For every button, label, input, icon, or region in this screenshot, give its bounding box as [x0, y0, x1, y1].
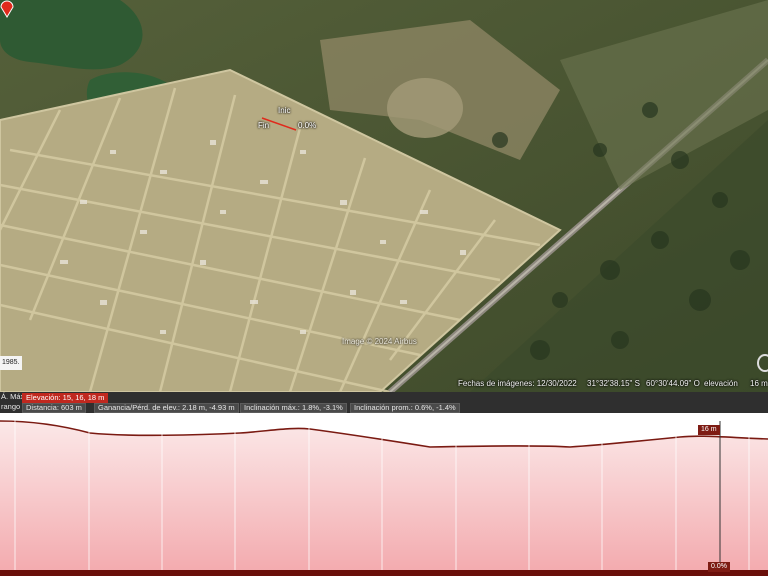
latitude-readout: 31°32'38.15" S: [587, 379, 640, 388]
max-slope-pill[interactable]: Inclinación máx.: 1.8%, -3.1%: [240, 403, 347, 413]
cursor-elevation-tag: 16 m: [698, 425, 720, 435]
imagery-date: Fechas de imágenes: 12/30/2022: [458, 379, 577, 388]
elevation-area: [0, 421, 768, 576]
elevation-profile-stats: Á. Máx Elevación: 15, 16, 18 m rango Dis…: [0, 392, 768, 413]
elevation-profile-chart[interactable]: 16 m 0.0%: [0, 413, 768, 576]
imagery-year-note: 1985.: [0, 356, 22, 370]
avg-slope-pill[interactable]: Inclinación prom.: 0.6%, -1.4%: [350, 403, 460, 413]
elevation-label: elevación: [704, 379, 738, 388]
path-slope-label: 0.0%: [298, 121, 317, 130]
status-bar: Fechas de imágenes: 12/30/2022 31°32'38.…: [440, 376, 768, 392]
path-end-label: Fin: [258, 121, 270, 130]
elevation-range-pill[interactable]: Elevación: 15, 16, 18 m: [22, 393, 109, 403]
cursor-slope-tag: 0.0%: [708, 562, 730, 572]
range-label: rango: [1, 402, 21, 411]
compass-icon[interactable]: [757, 354, 768, 372]
distance-pill[interactable]: Distancia: 603 m: [22, 403, 86, 413]
imagery-watermark: Image © 2024 Airbus: [342, 337, 417, 346]
path-start-label: Inic: [278, 106, 291, 115]
elevation-profile-graph: [0, 413, 768, 576]
longitude-readout: 60°30'44.09" O: [646, 379, 700, 388]
satellite-map-view[interactable]: Inic 0.0% Fin Image © 2024 Airbus 1985. …: [0, 0, 768, 392]
gain-loss-pill[interactable]: Ganancia/Pérd. de elev.: 2.18 m, -4.93 m: [94, 403, 239, 413]
satellite-imagery: [0, 0, 768, 392]
location-pin-icon[interactable]: [0, 0, 14, 18]
elevation-readout: 16 m: [750, 379, 768, 388]
